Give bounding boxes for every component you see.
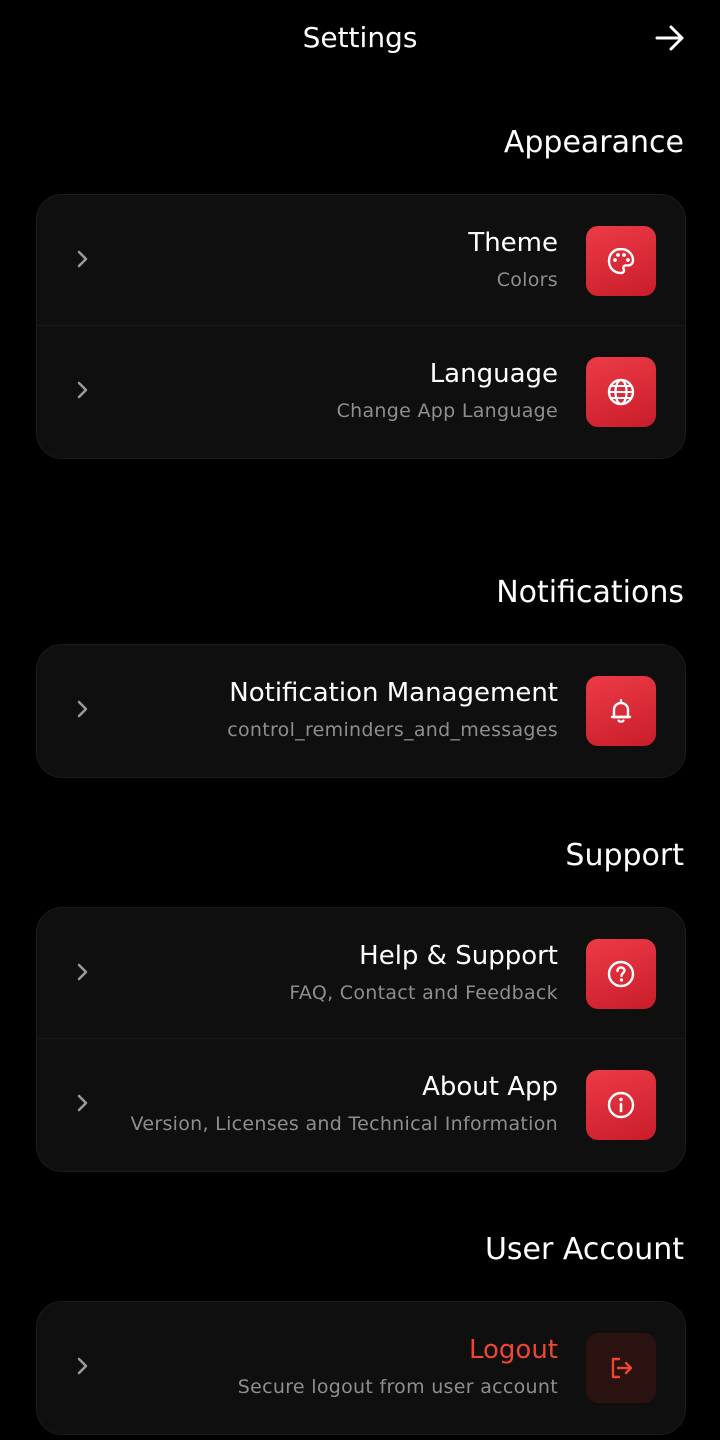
arrow-right-icon[interactable] (650, 18, 690, 58)
item-title: Notification Management (229, 678, 558, 708)
settings-item-about-app[interactable]: About App Version, Licenses and Technica… (37, 1038, 685, 1169)
settings-item-notification-management[interactable]: Notification Management control_reminder… (37, 645, 685, 775)
settings-item-language[interactable]: Language Change App Language (37, 325, 685, 456)
bell-icon (586, 676, 656, 746)
globe-icon (586, 357, 656, 427)
page-title: Settings (302, 21, 418, 54)
notifications-card: Notification Management control_reminder… (36, 644, 686, 778)
chevron-right-icon (73, 697, 93, 721)
item-title: Language (429, 359, 558, 389)
settings-item-theme[interactable]: Theme Colors (37, 195, 685, 325)
item-title: Theme (468, 228, 558, 258)
chevron-right-icon (73, 960, 93, 984)
item-subtitle: Secure logout from user account (237, 1376, 558, 1398)
item-title: Help & Support (359, 941, 558, 971)
section-title-support: Support (565, 838, 684, 873)
item-title: Logout (468, 1335, 558, 1365)
settings-item-logout[interactable]: Logout Secure logout from user account (37, 1302, 685, 1432)
item-subtitle: Change App Language (336, 400, 558, 422)
support-card: Help & Support FAQ, Contact and Feedback… (36, 907, 686, 1172)
account-card: Logout Secure logout from user account (36, 1301, 686, 1435)
section-title-appearance: Appearance (503, 125, 684, 160)
item-subtitle: Colors (496, 269, 558, 291)
settings-item-help-support[interactable]: Help & Support FAQ, Contact and Feedback (37, 908, 685, 1038)
item-title: About App (422, 1072, 558, 1102)
logout-icon (586, 1333, 656, 1403)
chevron-right-icon (73, 378, 93, 402)
top-bar: Settings (0, 0, 720, 76)
chevron-right-icon (73, 247, 93, 271)
info-icon (586, 1070, 656, 1140)
appearance-card: Theme Colors Language Change App Languag… (36, 194, 686, 459)
section-title-notifications: Notifications (496, 575, 684, 610)
chevron-right-icon (73, 1354, 93, 1378)
item-subtitle: control_reminders_and_messages (227, 719, 558, 741)
chevron-right-icon (73, 1091, 93, 1115)
help-icon (586, 939, 656, 1009)
item-subtitle: Version, Licenses and Technical Informat… (130, 1113, 558, 1135)
palette-icon (586, 226, 656, 296)
section-title-user-account: User Account (484, 1232, 684, 1267)
item-subtitle: FAQ, Contact and Feedback (289, 982, 558, 1004)
